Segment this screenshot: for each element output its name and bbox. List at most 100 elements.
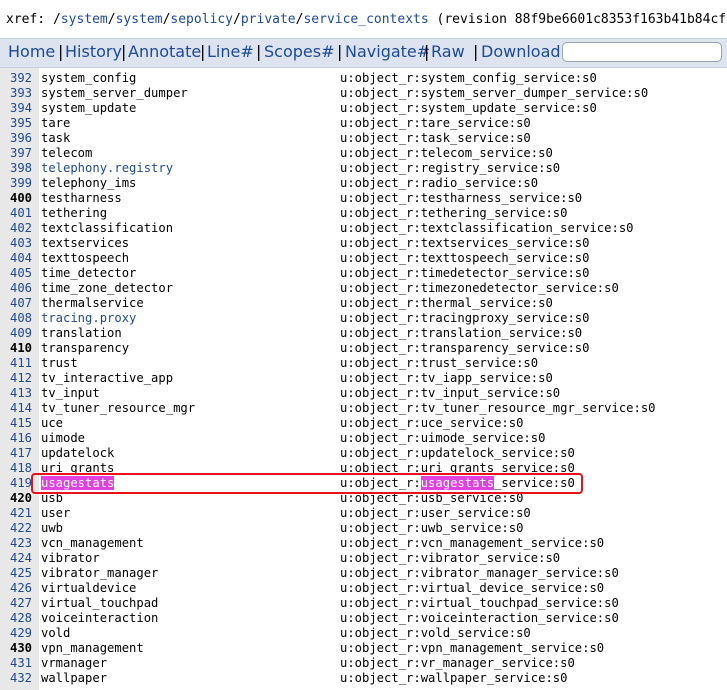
line-number-link[interactable]: 415 xyxy=(10,416,32,431)
line-number-link[interactable]: 412 xyxy=(10,371,32,386)
line-number-link[interactable]: 420 xyxy=(10,491,32,506)
selinux-context: u:object_r:testharness_service:s0 xyxy=(340,191,583,205)
nav-download-link[interactable]: Download xyxy=(481,42,561,61)
path-segment-system-1[interactable]: system xyxy=(61,12,108,27)
xref-path-bar: xref: /system/system/sepolicy/private/se… xyxy=(0,0,727,38)
service-name: system_update xyxy=(41,101,137,115)
line-number-link[interactable]: 394 xyxy=(10,101,32,116)
code-line: 407 thermalservice u:object_r:thermal_serv… xyxy=(0,296,727,311)
nav-raw-link[interactable]: Raw xyxy=(431,42,465,61)
line-number-link[interactable]: 405 xyxy=(10,266,32,281)
service-name: time_detector xyxy=(41,266,137,280)
line-number-link[interactable]: 429 xyxy=(10,626,32,641)
line-number-link[interactable]: 426 xyxy=(10,581,32,596)
line-number-link[interactable]: 404 xyxy=(10,251,32,266)
line-number-link[interactable]: 401 xyxy=(10,206,32,221)
line-number-link[interactable]: 430 xyxy=(10,641,32,656)
nav-separator: | xyxy=(424,42,430,61)
line-number-link[interactable]: 419 xyxy=(10,476,32,491)
selinux-context: u:object_r:virtual_touchpad_service:s0 xyxy=(340,596,619,610)
nav-history-link[interactable]: History xyxy=(65,42,122,61)
line-number-link[interactable]: 421 xyxy=(10,506,32,521)
path-segment-private[interactable]: private xyxy=(241,12,296,27)
line-number-link[interactable]: 403 xyxy=(10,236,32,251)
line-number-link[interactable]: 427 xyxy=(10,596,32,611)
selinux-context: u:object_r:wallpaper_service:s0 xyxy=(340,671,568,685)
line-number-link[interactable]: 413 xyxy=(10,386,32,401)
line-number-link[interactable]: 400 xyxy=(10,191,32,206)
line-number-link[interactable]: 406 xyxy=(10,281,32,296)
service-name-link[interactable]: tracing.proxy xyxy=(41,311,136,326)
code-line: 427 virtual_touchpad u:object_r:virtual_to… xyxy=(0,596,727,611)
service-name: wallpaper xyxy=(41,671,108,685)
line-number-link[interactable]: 402 xyxy=(10,221,32,236)
code-line: 394 system_update u:object_r:system_update… xyxy=(0,101,727,116)
selinux-context: u:object_r:virtual_device_service:s0 xyxy=(340,581,605,595)
service-name-link[interactable]: telephony.registry xyxy=(41,161,173,176)
code-line: 429 vold u:object_r:vold_service:s0 xyxy=(0,626,727,641)
line-number-link[interactable]: 410 xyxy=(10,341,32,356)
service-name: tv_input xyxy=(41,386,100,400)
nav-navigate-link[interactable]: Navigate# xyxy=(345,42,430,61)
nav-scopes-link[interactable]: Scopes# xyxy=(264,42,334,61)
line-number-link[interactable]: 425 xyxy=(10,566,32,581)
line-number-link[interactable]: 408 xyxy=(10,311,32,326)
selinux-context: u:object_r:transparency_service:s0 xyxy=(340,341,590,355)
line-number-link[interactable]: 395 xyxy=(10,116,32,131)
code-line: 414 tv_tuner_resource_mgr u:object_r:tv_tu… xyxy=(0,401,727,416)
search-input[interactable] xyxy=(562,42,722,62)
code-line: 392 system_config u:object_r:system_config… xyxy=(0,71,727,86)
line-number-link[interactable]: 396 xyxy=(10,131,32,146)
line-number-link[interactable]: 393 xyxy=(10,86,32,101)
service-name: updatelock xyxy=(41,446,115,460)
nav-line-link[interactable]: Line# xyxy=(207,42,254,61)
selinux-context: u:object_r:uce_service:s0 xyxy=(340,416,524,430)
code-line: 411 trust u:object_r:trust_service:s0 xyxy=(0,356,727,371)
service-name: tv_interactive_app xyxy=(41,371,174,385)
line-number-link[interactable]: 428 xyxy=(10,611,32,626)
line-number-link[interactable]: 398 xyxy=(10,161,32,176)
service-name: tare xyxy=(41,116,71,130)
line-number-link[interactable]: 407 xyxy=(10,296,32,311)
line-number-link[interactable]: 397 xyxy=(10,146,32,161)
code-line: 415 uce u:object_r:uce_service:s0 xyxy=(0,416,727,431)
selinux-context: u:object_r:system_config_service:s0 xyxy=(340,71,597,85)
line-number-link[interactable]: 423 xyxy=(10,536,32,551)
nav-annotate-link[interactable]: Annotate xyxy=(128,42,201,61)
service-name: system_config xyxy=(41,71,137,85)
path-segment-system-2[interactable]: system xyxy=(116,12,163,27)
line-number-link[interactable]: 424 xyxy=(10,551,32,566)
selinux-context: u:object_r:tv_input_service:s0 xyxy=(340,386,561,400)
selinux-context: u:object_r:system_server_dumper_service:… xyxy=(340,86,649,100)
code-line: 404 texttospeech u:object_r:texttospeech_s… xyxy=(0,251,727,266)
nav-home-link[interactable]: Home xyxy=(8,42,55,61)
selinux-context: u:object_r:vold_service:s0 xyxy=(340,626,531,640)
code-line: 428 voiceinteraction u:object_r:voiceinter… xyxy=(0,611,727,626)
annotation-highlight-box xyxy=(31,473,583,494)
path-segment-sepolicy[interactable]: sepolicy xyxy=(170,12,233,27)
code-line: 431 vrmanager u:object_r:vr_manager_servic… xyxy=(0,656,727,671)
line-number-link[interactable]: 392 xyxy=(10,71,32,86)
selinux-context: u:object_r:tv_tuner_resource_mgr_service… xyxy=(340,401,656,415)
line-number-link[interactable]: 431 xyxy=(10,656,32,671)
line-number-link[interactable]: 409 xyxy=(10,326,32,341)
line-number-link[interactable]: 411 xyxy=(10,356,32,371)
code-line: 425 vibrator_manager u:object_r:vibrator_m… xyxy=(0,566,727,581)
line-number-link[interactable]: 418 xyxy=(10,461,32,476)
selinux-context: u:object_r:tethering_service:s0 xyxy=(340,206,568,220)
line-number-link[interactable]: 422 xyxy=(10,521,32,536)
line-number-link[interactable]: 399 xyxy=(10,176,32,191)
code-line: 422 uwb u:object_r:uwb_service:s0 xyxy=(0,521,727,536)
selinux-context: u:object_r:vpn_management_service:s0 xyxy=(340,641,605,655)
code-line: 395 tare u:object_r:tare_service:s0 xyxy=(0,116,727,131)
line-number-link[interactable]: 416 xyxy=(10,431,32,446)
code-line: 401 tethering u:object_r:tethering_service… xyxy=(0,206,727,221)
service-name: textservices xyxy=(41,236,130,250)
line-number-link[interactable]: 414 xyxy=(10,401,32,416)
path-segment-file[interactable]: service_contexts xyxy=(303,12,428,27)
nav-separator: | xyxy=(256,42,262,61)
service-name: thermalservice xyxy=(41,296,144,310)
line-number-link[interactable]: 432 xyxy=(10,671,32,686)
nav-bar: Home | History | Annotate | Line# | Scop… xyxy=(0,38,727,68)
line-number-link[interactable]: 417 xyxy=(10,446,32,461)
